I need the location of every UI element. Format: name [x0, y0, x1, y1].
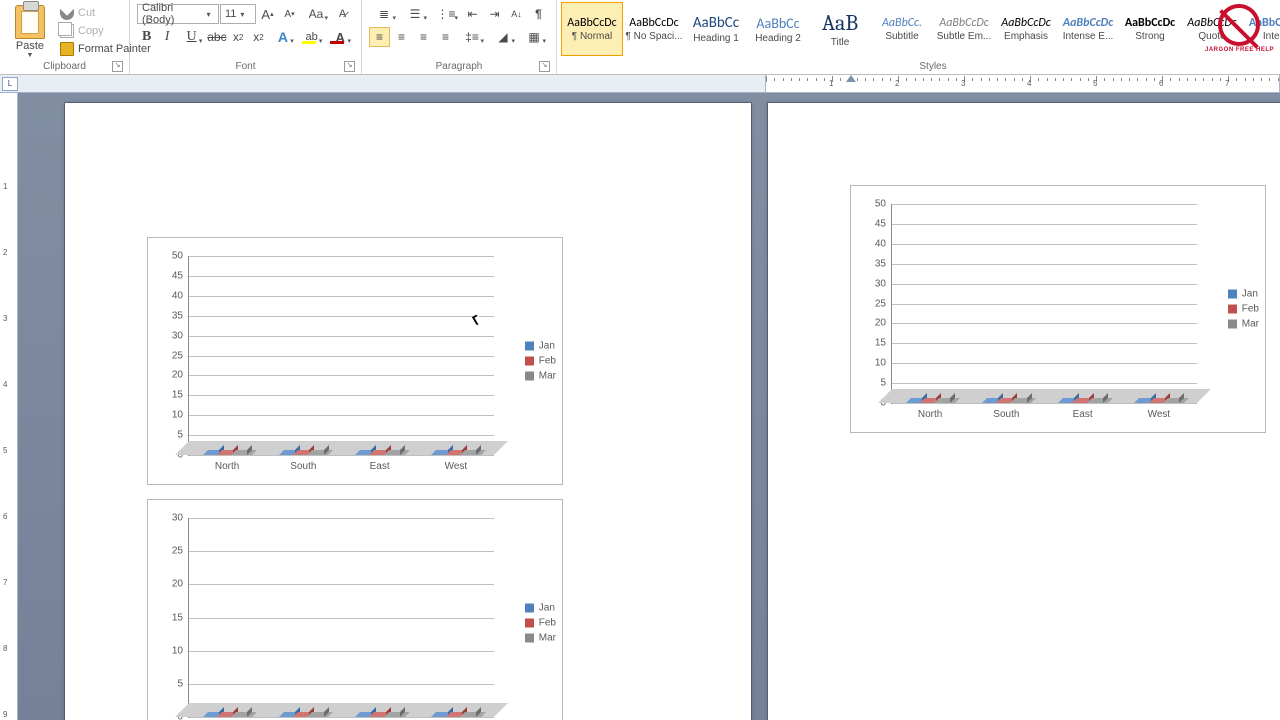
- shading-button[interactable]: ◢▾: [488, 27, 518, 47]
- align-center-button[interactable]: ≡: [391, 27, 412, 47]
- style-tile-title[interactable]: AaBTitle: [809, 2, 871, 56]
- copy-icon: [60, 24, 74, 38]
- chart-2[interactable]: 051015202530NorthSouthEastWestJanFebMar: [147, 499, 563, 720]
- borders-button[interactable]: ▦▾: [519, 27, 549, 47]
- strikethrough-button[interactable]: abc: [206, 27, 227, 47]
- group-clipboard: Paste ▼ Cut Copy Format Painter Clipboar…: [0, 0, 130, 74]
- bullets-button[interactable]: ≣▾: [369, 4, 399, 24]
- font-color-button[interactable]: A▾: [326, 27, 354, 47]
- logo-icon: [1218, 4, 1260, 46]
- bullets-icon: ≣: [379, 7, 389, 21]
- style-tile-subtitle[interactable]: AaBbCc.Subtitle: [871, 2, 933, 56]
- hruler-bar: L 12345678: [0, 75, 1280, 93]
- bold-button[interactable]: B: [137, 27, 156, 47]
- numbering-button[interactable]: ☰▾: [400, 4, 430, 24]
- font-group-label: Font: [235, 61, 255, 72]
- style-tile-emphasis[interactable]: AaBbCcDcEmphasis: [995, 2, 1057, 56]
- style-tile-heading-2[interactable]: AaBbCcHeading 2: [747, 2, 809, 56]
- align-left-button[interactable]: ≡: [369, 27, 390, 47]
- line-spacing-button[interactable]: ‡≡▾: [457, 27, 487, 47]
- clear-formatting-button[interactable]: A̷: [332, 4, 353, 24]
- group-font: Calibri (Body)▾ 11▾ A▴ A▾ Aa▾ A̷ B I U▾ …: [130, 0, 362, 74]
- logo-text: JARGON FREE HELP: [1205, 47, 1274, 53]
- group-styles: AaBbCcDc¶ NormalAaBbCcDc¶ No Spaci...AaB…: [557, 0, 1280, 74]
- scissors-icon: [60, 6, 74, 20]
- sort-icon: A↓: [511, 9, 522, 19]
- underline-button[interactable]: U▾: [178, 27, 206, 47]
- font-family-value: Calibri (Body): [142, 2, 203, 26]
- copy-label: Copy: [78, 25, 104, 37]
- font-size-value: 11: [225, 8, 236, 20]
- increase-indent-button[interactable]: ⇥: [484, 4, 505, 24]
- page-1[interactable]: 05101520253035404550NorthSouthEastWestJa…: [65, 103, 751, 720]
- clipboard-group-label: Clipboard: [43, 61, 86, 72]
- page-2[interactable]: 05101520253035404550NorthSouthEastWestJa…: [768, 103, 1280, 720]
- styles-gallery[interactable]: AaBbCcDc¶ NormalAaBbCcDc¶ No Spaci...AaB…: [561, 2, 1280, 56]
- justify-icon: ≡: [442, 30, 449, 44]
- bucket-icon: ◢: [498, 30, 507, 44]
- change-case-button[interactable]: Aa▾: [301, 4, 331, 24]
- style-tile-heading-1[interactable]: AaBbCcHeading 1: [685, 2, 747, 56]
- subscript-button[interactable]: x2: [228, 27, 247, 47]
- justify-button[interactable]: ≡: [435, 27, 456, 47]
- font-launcher[interactable]: ↘: [344, 61, 355, 72]
- horizontal-ruler-p2[interactable]: 12345678: [765, 75, 1280, 93]
- text-effects-icon: A: [278, 29, 288, 45]
- superscript-button[interactable]: x2: [249, 27, 268, 47]
- text-effects-button[interactable]: A▾: [269, 27, 297, 47]
- style-tile--no-spaci-[interactable]: AaBbCcDc¶ No Spaci...: [623, 2, 685, 56]
- font-size-combo[interactable]: 11▾: [220, 4, 256, 24]
- align-right-icon: ≡: [420, 30, 427, 44]
- cut-label: Cut: [78, 7, 95, 19]
- decrease-indent-button[interactable]: ⇤: [462, 4, 483, 24]
- borders-icon: ▦: [528, 30, 539, 44]
- line-spacing-icon: ‡≡: [465, 30, 479, 44]
- style-tile--normal[interactable]: AaBbCcDc¶ Normal: [561, 2, 623, 56]
- highlight-button[interactable]: ab▾: [298, 27, 326, 47]
- italic-button[interactable]: I: [157, 27, 176, 47]
- chart-1[interactable]: 05101520253035404550NorthSouthEastWestJa…: [147, 237, 563, 485]
- indent-marker[interactable]: [846, 75, 856, 83]
- multilevel-icon: ⋮≡: [436, 7, 455, 21]
- document-area[interactable]: 05101520253035404550NorthSouthEastWestJa…: [18, 93, 1280, 720]
- paste-button[interactable]: Paste ▼: [8, 3, 52, 59]
- align-center-icon: ≡: [398, 30, 405, 44]
- style-tile-strong[interactable]: AaBbCcDcStrong: [1119, 2, 1181, 56]
- align-left-icon: ≡: [376, 30, 383, 44]
- outdent-icon: ⇤: [467, 7, 477, 21]
- logo: JARGON FREE HELP: [1205, 4, 1274, 53]
- ribbon: Paste ▼ Cut Copy Format Painter Clipboar…: [0, 0, 1280, 75]
- styles-group-label: Styles: [919, 61, 946, 72]
- numbering-icon: ☰: [410, 7, 421, 21]
- pilcrow-icon: ¶: [535, 7, 542, 21]
- font-family-combo[interactable]: Calibri (Body)▾: [137, 4, 219, 24]
- style-tile-subtle-em-[interactable]: AaBbCcDcSubtle Em...: [933, 2, 995, 56]
- paragraph-launcher[interactable]: ↘: [539, 61, 550, 72]
- brush-icon: [60, 42, 74, 56]
- paste-label: Paste: [16, 40, 44, 52]
- sort-button[interactable]: A↓: [506, 4, 527, 24]
- multilevel-button[interactable]: ⋮≡▾: [431, 4, 461, 24]
- tab-selector[interactable]: L: [2, 77, 18, 91]
- group-paragraph: ≣▾ ☰▾ ⋮≡▾ ⇤ ⇥ A↓ ¶ ≡ ≡ ≡ ≡ ‡≡▾ ◢▾ ▦▾ Par…: [362, 0, 557, 74]
- shrink-font-button[interactable]: A▾: [279, 4, 300, 24]
- chart-3[interactable]: 05101520253035404550NorthSouthEastWestJa…: [850, 185, 1266, 433]
- show-marks-button[interactable]: ¶: [528, 4, 549, 24]
- paste-icon: [15, 5, 45, 39]
- style-tile-intense-e-[interactable]: AaBbCcDcIntense E...: [1057, 2, 1119, 56]
- paragraph-group-label: Paragraph: [436, 61, 483, 72]
- clipboard-launcher[interactable]: ↘: [112, 61, 123, 72]
- grow-font-button[interactable]: A▴: [257, 4, 278, 24]
- align-right-button[interactable]: ≡: [413, 27, 434, 47]
- eraser-icon: A̷: [339, 8, 346, 20]
- indent-icon: ⇥: [489, 7, 499, 21]
- vertical-ruler[interactable]: 123456789101112: [0, 93, 18, 720]
